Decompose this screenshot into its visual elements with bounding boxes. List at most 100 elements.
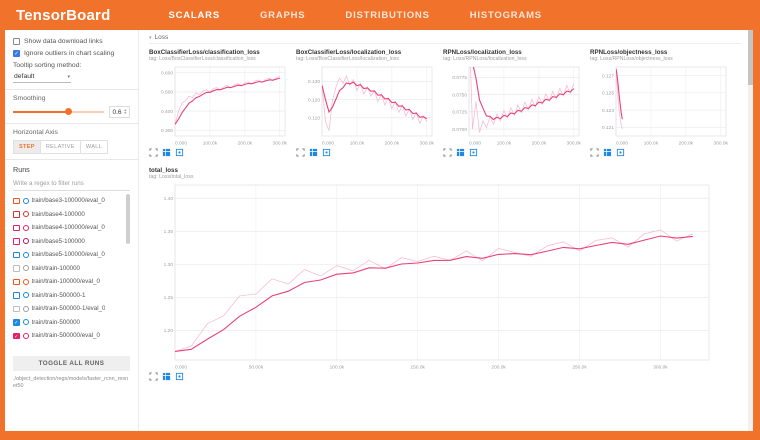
scalar-cards-row: BoxClassifierLoss/classification_loss ta… — [149, 49, 741, 157]
chart-title: RPNLoss/objectness_loss — [590, 49, 731, 56]
run-color-icon[interactable] — [23, 225, 29, 231]
ignore-outliers-checkbox-row[interactable]: ✓ Ignore outliers in chart scaling — [13, 50, 130, 57]
svg-text:1.20: 1.20 — [164, 328, 174, 334]
table-toggle-icon[interactable] — [309, 148, 318, 157]
checkbox-icon[interactable] — [13, 38, 20, 45]
slider-thumb[interactable] — [65, 108, 72, 115]
expand-icon[interactable] — [149, 372, 158, 381]
axis-relative-button[interactable]: RELATIVE — [41, 140, 81, 154]
run-row[interactable]: train/base5-100000 — [13, 235, 130, 249]
run-row[interactable]: ✓ train/train-500000/eval_0 — [13, 329, 130, 343]
run-checkbox[interactable]: ✓ — [13, 319, 20, 326]
chart-tag: tag: Loss/total_loss — [149, 174, 741, 180]
scrollbar-thumb[interactable] — [748, 30, 753, 85]
run-color-icon[interactable] — [23, 279, 29, 285]
svg-text:0.000: 0.000 — [616, 141, 628, 147]
run-checkbox[interactable] — [13, 238, 20, 245]
line-chart[interactable]: 0.07000.07250.07500.07750.000100.0k200.0… — [443, 64, 584, 146]
line-chart[interactable]: 0.3000.4000.5000.6000.000100.0k200.0k300… — [149, 64, 290, 146]
run-checkbox[interactable] — [13, 198, 20, 205]
run-row[interactable]: train/train-100000/eval_0 — [13, 275, 130, 289]
run-checkbox[interactable] — [13, 211, 20, 218]
axis-step-button[interactable]: STEP — [13, 140, 41, 154]
run-color-icon[interactable] — [23, 252, 29, 258]
run-row[interactable]: train/train-500000-1 — [13, 289, 130, 303]
axis-wall-button[interactable]: WALL — [81, 140, 108, 154]
runs-scrollbar[interactable] — [126, 194, 130, 244]
svg-text:0.123: 0.123 — [602, 108, 614, 114]
svg-text:1.40: 1.40 — [164, 196, 174, 202]
run-checkbox[interactable] — [13, 306, 20, 313]
svg-text:300.0k: 300.0k — [273, 141, 288, 147]
run-row[interactable]: ✓ train/train-500000 — [13, 316, 130, 330]
run-row[interactable]: train/base3-100000/eval_0 — [13, 194, 130, 208]
chart-actions — [149, 148, 290, 157]
run-row[interactable]: train/train-500000-1/eval_0 — [13, 302, 130, 316]
total-loss-line-chart[interactable]: 1.201.251.301.351.400.00050.00k100.0k150… — [149, 182, 714, 370]
checkbox-icon[interactable]: ✓ — [13, 50, 20, 57]
run-label: train/train-500000-1 — [32, 292, 86, 299]
smoothing-spinbox[interactable]: 0.6 ▲▼ — [109, 106, 130, 118]
expand-icon[interactable] — [149, 148, 158, 157]
run-row[interactable]: train/train-100000 — [13, 262, 130, 276]
chart-tag: tag: Loss/BoxClassifierLoss/classificati… — [149, 56, 290, 62]
svg-text:200.0k: 200.0k — [385, 141, 400, 147]
run-color-icon[interactable] — [23, 238, 29, 244]
pin-icon[interactable] — [175, 372, 184, 381]
svg-text:0.000: 0.000 — [469, 141, 481, 147]
expand-icon[interactable] — [296, 148, 305, 157]
run-checkbox[interactable] — [13, 279, 20, 286]
run-color-icon[interactable] — [23, 211, 29, 217]
toggle-all-runs-button[interactable]: TOGGLE ALL RUNS — [13, 356, 130, 371]
table-toggle-icon[interactable] — [162, 148, 171, 157]
category-header[interactable]: ▾ Loss — [149, 33, 741, 44]
run-checkbox[interactable] — [13, 292, 20, 299]
run-checkbox[interactable] — [13, 225, 20, 232]
nav-tab-scalars[interactable]: SCALARS — [166, 6, 222, 25]
tooltip-sort-dropdown[interactable]: default ▾ — [13, 72, 71, 83]
run-row[interactable]: train/base5-100000/eval_0 — [13, 248, 130, 262]
main-scrollbar[interactable] — [748, 30, 753, 431]
horizontal-axis-buttons: STEP RELATIVE WALL — [13, 140, 130, 154]
nav-tab-distributions[interactable]: DISTRIBUTIONS — [343, 6, 431, 25]
show-download-links-checkbox-row[interactable]: Show data download links — [13, 38, 130, 45]
run-color-icon[interactable] — [23, 292, 29, 298]
nav-tab-graphs[interactable]: GRAPHS — [258, 6, 307, 25]
pin-icon[interactable] — [469, 148, 478, 157]
run-row[interactable]: train/base4-100000/eval_0 — [13, 221, 130, 235]
run-checkbox[interactable]: ✓ — [13, 333, 20, 340]
run-checkbox[interactable] — [13, 252, 20, 259]
scalar-chart-card: RPNLoss/localization_loss tag: Loss/RPNL… — [443, 49, 584, 157]
category-label: Loss — [155, 34, 169, 41]
run-label: train/base5-100000 — [32, 238, 85, 245]
chart-tag: tag: Loss/BoxClassifierLoss/localization… — [296, 56, 437, 62]
runs-filter-input[interactable] — [13, 178, 130, 191]
pin-icon[interactable] — [175, 148, 184, 157]
pin-icon[interactable] — [616, 148, 625, 157]
svg-text:0.127: 0.127 — [602, 73, 614, 79]
run-checkbox[interactable] — [13, 265, 20, 272]
table-toggle-icon[interactable] — [456, 148, 465, 157]
smoothing-slider[interactable] — [13, 107, 104, 117]
table-toggle-icon[interactable] — [162, 372, 171, 381]
line-chart[interactable]: 0.1100.1200.1300.000100.0k200.0k300.0k — [296, 64, 437, 146]
tensorboard-app: TensorBoard SCALARSGRAPHSDISTRIBUTIONSHI… — [0, 0, 760, 440]
run-color-icon[interactable] — [23, 319, 29, 325]
runs-log-path: ./object_detection/regs/models/faster_rc… — [13, 376, 130, 391]
run-color-icon[interactable] — [23, 306, 29, 312]
svg-text:0.0750: 0.0750 — [452, 92, 467, 98]
nav-tab-histograms[interactable]: HISTOGRAMS — [468, 6, 544, 25]
svg-text:0.0700: 0.0700 — [452, 127, 467, 133]
divider — [5, 123, 138, 124]
chevron-down-icon: ▾ — [149, 35, 152, 41]
run-row[interactable]: train/base4-100000 — [13, 208, 130, 222]
pin-icon[interactable] — [322, 148, 331, 157]
spinner-arrows-icon[interactable]: ▲▼ — [124, 109, 127, 116]
expand-icon[interactable] — [590, 148, 599, 157]
table-toggle-icon[interactable] — [603, 148, 612, 157]
line-chart[interactable]: 0.1210.1230.1250.1270.000100.0k200.0k300… — [590, 64, 731, 146]
run-color-icon[interactable] — [23, 198, 29, 204]
run-color-icon[interactable] — [23, 265, 29, 271]
expand-icon[interactable] — [443, 148, 452, 157]
run-color-icon[interactable] — [23, 333, 29, 339]
